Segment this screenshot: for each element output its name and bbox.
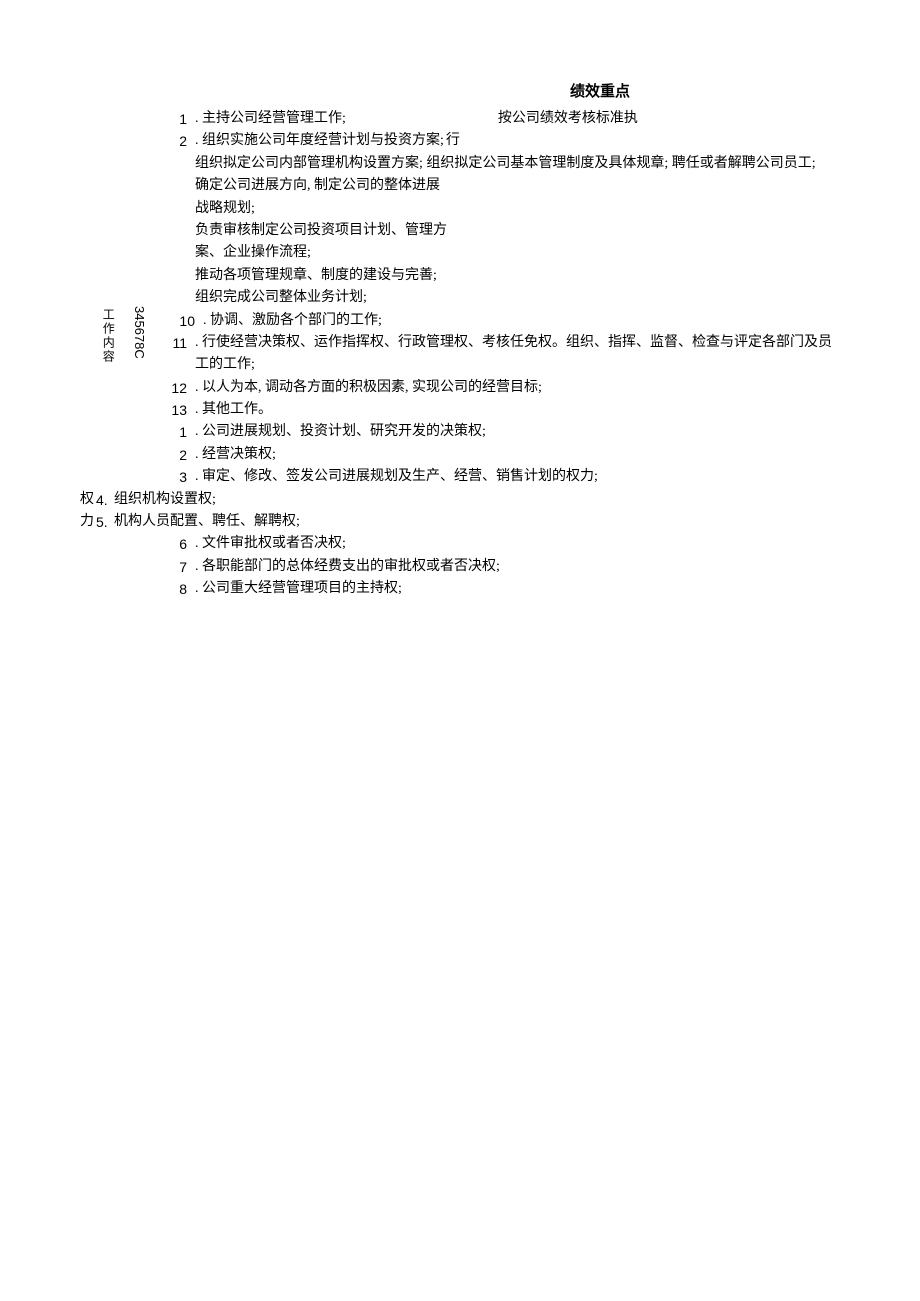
row-number: 11 [165,332,187,354]
row-text: . 以人为本, 调动各方面的积极因素, 实现公司的经营目标; [195,377,542,399]
row-text: . 各职能部门的总体经费支出的审批权或者否决权; [195,556,500,578]
row-right-note: 行 [446,130,460,152]
row-text: . 文件审批权或者否决权; [195,533,346,555]
row-number: 5. [96,511,114,533]
row-1: 1 . 主持公司经营管理工作; 按公司绩效考核标准执 [165,108,840,130]
auth-row-3: 3 . 审定、修改、签发公司进展规划及生产、经营、销售计划的权力; [165,466,840,488]
auth-row-2: 2 . 经营决策权; [165,444,840,466]
auth-row-4: 权 4. 组织机构设置权; [80,489,840,511]
row-number: 12 [165,377,187,399]
vertical-label-work: 工作内容 [98,308,117,364]
row-number: 7 [165,556,187,578]
row-number: 1 [165,108,187,130]
row-11: 11 . 行使经营决策权、运作指挥权、行政管理权、考核任免权。组织、指挥、监督、… [165,332,840,377]
row-number: 4. [96,489,114,511]
row-number: 6 [165,533,187,555]
auth-row-6: 6 . 文件审批权或者否决权; [165,533,840,555]
block-line: 战略规划; [195,198,840,220]
main-content: 1 . 主持公司经营管理工作; 按公司绩效考核标准执 2 . 组织实施公司年度经… [80,108,840,489]
block-line: 推动各项管理规章、制度的建设与完善; [195,265,840,287]
row-text: . 经营决策权; [195,444,276,466]
section-label-char: 权 [80,489,96,511]
section-label-char: 力 [80,511,96,533]
auth-row-5: 力 5. 机构人员配置、聘任、解聘权; [80,511,840,533]
row-text: . 公司重大经营管理项目的主持权; [195,578,402,600]
row-text: . 公司进展规划、投资计划、研究开发的决策权; [195,421,486,443]
row-number: 10 [173,310,195,332]
row-13: 13 . 其他工作。 [165,399,840,421]
block-line: 组织完成公司整体业务计划; [195,287,840,309]
block-line: 案、企业操作流程; [195,242,840,264]
auth-row-1: 1 . 公司进展规划、投资计划、研究开发的决策权; [165,421,840,443]
row-right-note: 按公司绩效考核标准执 [498,108,638,130]
sub-block: 组织拟定公司内部管理机构设置方案; 组织拟定公司基本管理制度及具体规章; 聘任或… [195,153,840,310]
row-2: 2 . 组织实施公司年度经营计划与投资方案; 行 [165,130,840,152]
auth-section: 权 4. 组织机构设置权; 力 5. 机构人员配置、聘任、解聘权; [80,489,840,534]
row-text: . 其他工作。 [195,399,272,421]
row-10: 10 . 协调、激励各个部门的工作; [173,310,840,332]
row-number: 13 [165,399,187,421]
content-wrapper: 工作内容 345678C 1 . 主持公司经营管理工作; 按公司绩效考核标准执 … [80,108,840,601]
block-line: 负责审核制定公司投资项目计划、管理方 [195,220,840,242]
row-number: 1 [165,421,187,443]
row-text: . 审定、修改、签发公司进展规划及生产、经营、销售计划的权力; [195,466,598,488]
row-number: 2 [165,130,187,152]
row-12: 12 . 以人为本, 调动各方面的积极因素, 实现公司的经营目标; [165,377,840,399]
vertical-label-code: 345678C [128,306,149,359]
document-title: 绩效重点 [80,80,840,104]
auth-row-7: 7 . 各职能部门的总体经费支出的审批权或者否决权; [165,556,840,578]
row-number: 3 [165,466,187,488]
row-text: . 协调、激励各个部门的工作; [203,310,382,332]
row-number: 2 [165,444,187,466]
auth-row-8: 8 . 公司重大经营管理项目的主持权; [165,578,840,600]
row-text: 机构人员配置、聘任、解聘权; [114,511,300,533]
row-text: . 主持公司经营管理工作; [195,108,346,130]
row-text: . 行使经营决策权、运作指挥权、行政管理权、考核任免权。组织、指挥、监督、检查与… [195,332,840,377]
block-line: 确定公司进展方向, 制定公司的整体进展 [195,175,840,197]
row-number: 8 [165,578,187,600]
auth-content-cont: 6 . 文件审批权或者否决权; 7 . 各职能部门的总体经费支出的审批权或者否决… [80,533,840,600]
row-text: . 组织实施公司年度经营计划与投资方案; [195,130,444,152]
row-text: 组织机构设置权; [114,489,216,511]
block-line: 组织拟定公司内部管理机构设置方案; 组织拟定公司基本管理制度及具体规章; 聘任或… [195,153,840,175]
